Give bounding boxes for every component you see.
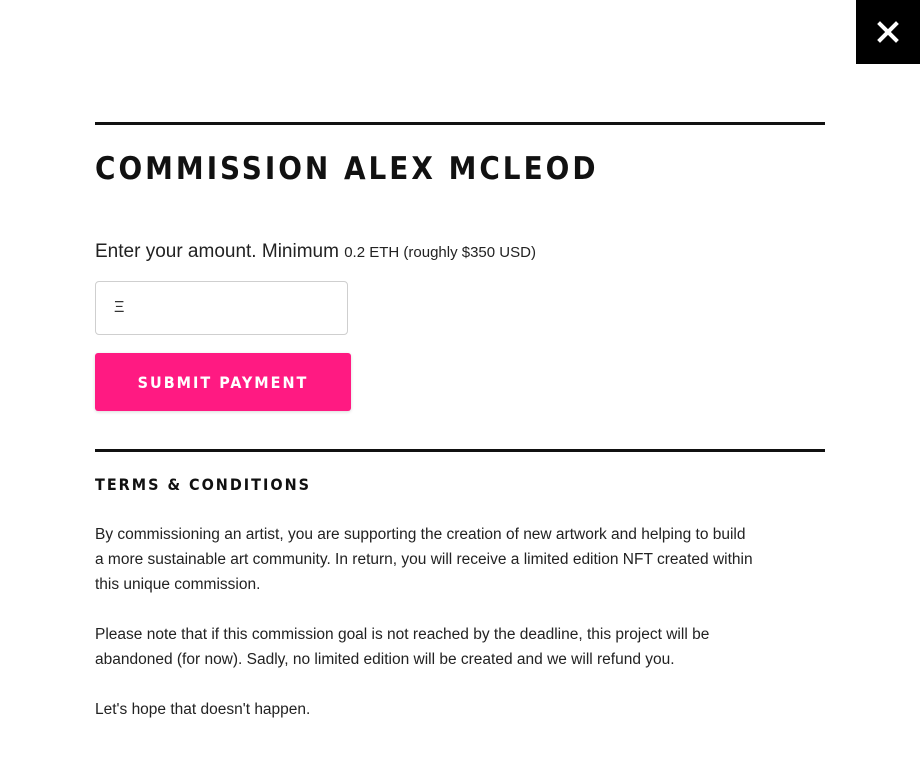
close-button[interactable] [856, 0, 920, 64]
amount-input[interactable] [130, 287, 335, 329]
section-divider [95, 449, 825, 452]
page-title: COMMISSION ALEX MCLEOD [95, 151, 599, 187]
terms-paragraph: Please note that if this commission goal… [95, 626, 710, 668]
top-divider [95, 122, 825, 125]
terms-heading: TERMS & CONDITIONS [95, 475, 311, 494]
close-icon [877, 21, 899, 43]
terms-paragraph: Let's hope that doesn't happen. [95, 701, 311, 718]
submit-payment-button[interactable]: SUBMIT PAYMENT [95, 353, 351, 411]
amount-prompt-label: Enter your amount. Minimum [95, 241, 339, 262]
minimum-amount: 0.2 ETH (roughly $350 USD) [344, 244, 536, 261]
eth-currency-icon: Ξ [114, 299, 125, 316]
amount-field[interactable]: Ξ [95, 281, 348, 335]
terms-paragraph: By commissioning an artist, you are supp… [95, 526, 753, 593]
amount-prompt: Enter your amount. Minimum 0.2 ETH (roug… [95, 240, 825, 265]
commission-panel: COMMISSION ALEX MCLEOD Enter your amount… [95, 122, 825, 722]
